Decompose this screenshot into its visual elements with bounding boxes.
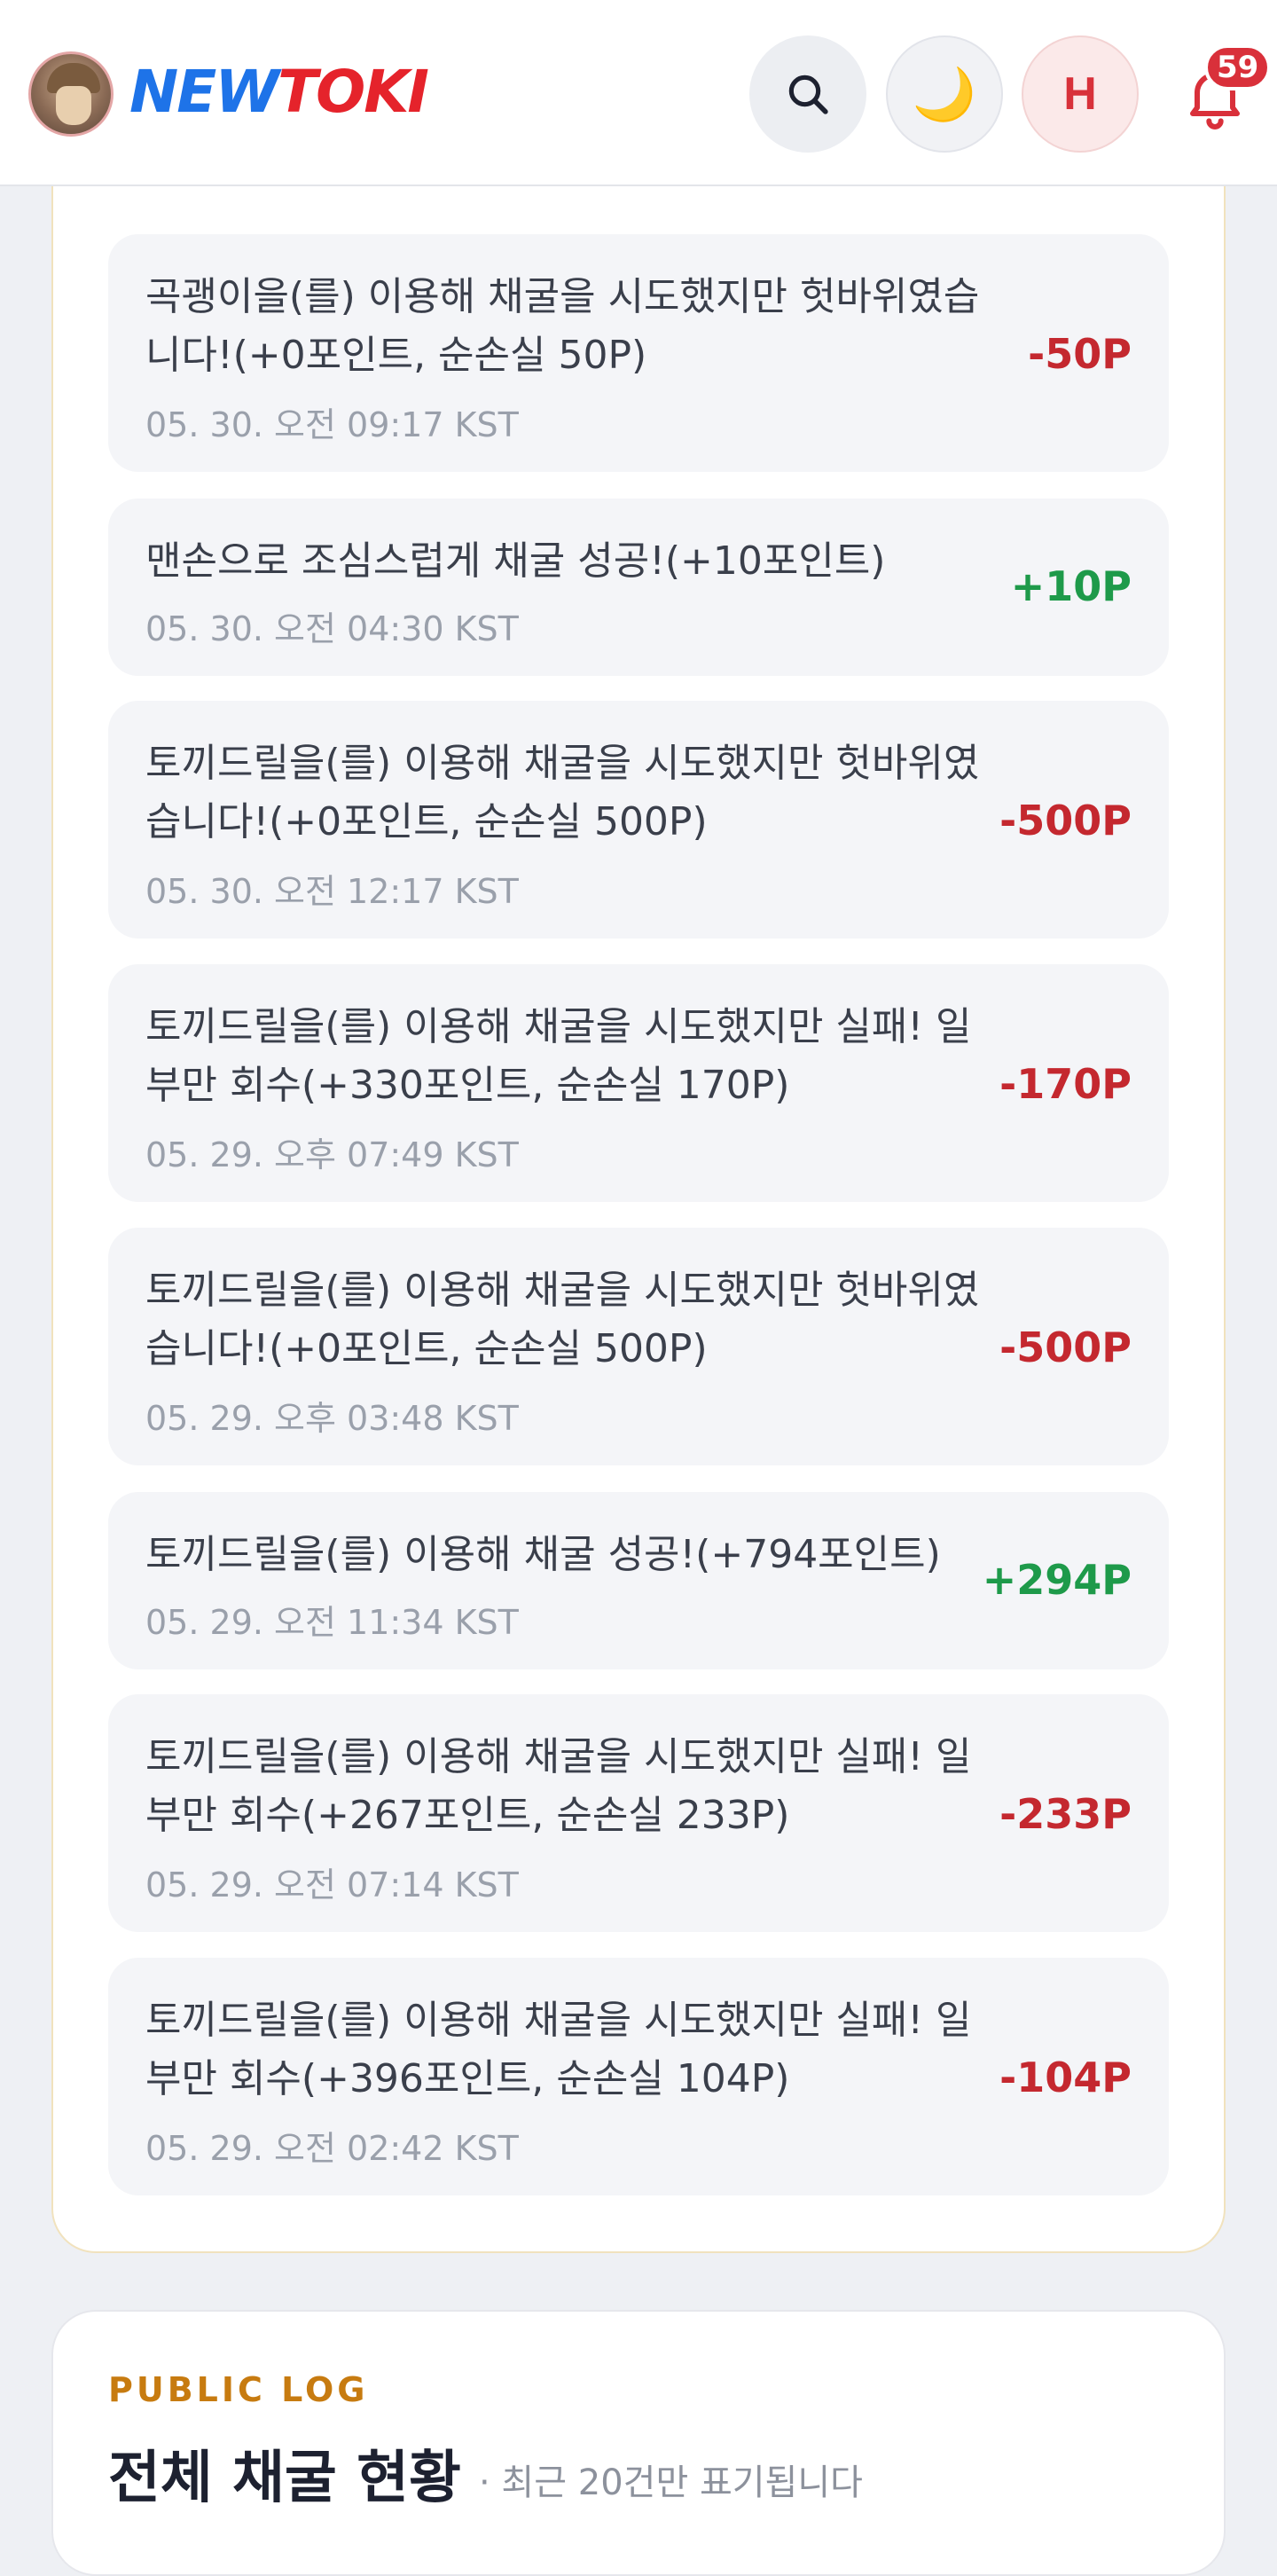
logo-new: NEW xyxy=(129,58,279,126)
log-item-amount: -500P xyxy=(999,1323,1132,1371)
log-item-amount: -500P xyxy=(999,797,1132,844)
user-initial: H xyxy=(1063,68,1097,120)
log-item-time: 05. 29. 오전 11:34 KST xyxy=(145,1603,519,1642)
log-item-time: 05. 30. 오전 12:17 KST xyxy=(145,872,519,911)
moon-icon: 🌙 xyxy=(912,64,977,124)
log-item-amount: -104P xyxy=(999,2054,1132,2101)
log-item-time: 05. 30. 오전 09:17 KST xyxy=(145,405,519,444)
user-menu-button[interactable]: H xyxy=(1022,35,1139,153)
notification-badge: 59 xyxy=(1204,44,1272,90)
log-item-amount: -170P xyxy=(999,1060,1132,1108)
search-icon xyxy=(788,75,828,114)
my-mining-log-card: 곡괭이을(를) 이용해 채굴을 시도했지만 헛바위였습니다!(+0포인트, 순손… xyxy=(51,126,1226,2253)
log-item-amount: -50P xyxy=(1028,330,1132,378)
log-item: 토끼드릴을(를) 이용해 채굴을 시도했지만 실패! 일부만 회수(+267포인… xyxy=(108,1694,1169,1932)
site-logo-text[interactable]: NEWTOKI xyxy=(129,55,429,130)
log-item: 맨손으로 조심스럽게 채굴 성공!(+10포인트) 05. 30. 오전 04:… xyxy=(108,499,1169,676)
avatar-face-shape xyxy=(56,86,91,125)
log-item-text: 토끼드릴을(를) 이용해 채굴을 시도했지만 실패! 일부만 회수(+267포인… xyxy=(145,1734,972,1838)
log-item-time: 05. 29. 오후 07:49 KST xyxy=(145,1135,519,1174)
log-item: 곡괭이을(를) 이용해 채굴을 시도했지만 헛바위였습니다!(+0포인트, 순손… xyxy=(108,234,1169,472)
public-log-title: 전체 채굴 현황 xyxy=(108,2446,461,2511)
public-log-kicker: PUBLIC LOG xyxy=(108,2370,369,2409)
log-item-time: 05. 29. 오후 03:48 KST xyxy=(145,1399,519,1438)
log-item-text: 토끼드릴을(를) 이용해 채굴 성공!(+794포인트) xyxy=(145,1532,941,1577)
log-item-text: 맨손으로 조심스럽게 채굴 성공!(+10포인트) xyxy=(145,538,886,584)
log-item-text: 곡괭이을(를) 이용해 채굴을 시도했지만 헛바위였습니다!(+0포인트, 순손… xyxy=(145,274,980,378)
log-item-time: 05. 29. 오전 02:42 KST xyxy=(145,2129,519,2168)
log-item-time: 05. 29. 오전 07:14 KST xyxy=(145,1865,519,1905)
dark-mode-toggle[interactable]: 🌙 xyxy=(886,35,1003,153)
log-item-amount: +294P xyxy=(982,1556,1132,1604)
log-item: 토끼드릴을(를) 이용해 채굴을 시도했지만 헛바위였습니다!(+0포인트, 순… xyxy=(108,1228,1169,1465)
public-log-card: PUBLIC LOG 전체 채굴 현황 · 최근 20건만 표기됩니다 xyxy=(51,2310,1226,2576)
public-log-subtitle: · 최근 20건만 표기됩니다 xyxy=(479,2462,863,2503)
log-item-time: 05. 30. 오전 04:30 KST xyxy=(145,609,519,648)
logo-toki: TOKI xyxy=(278,58,429,126)
log-item: 토끼드릴을(를) 이용해 채굴을 시도했지만 실패! 일부만 회수(+330포인… xyxy=(108,964,1169,1202)
log-item-text: 토끼드릴을(를) 이용해 채굴을 시도했지만 헛바위였습니다!(+0포인트, 순… xyxy=(145,1268,980,1371)
site-logo-avatar[interactable] xyxy=(28,51,114,137)
search-button[interactable] xyxy=(749,35,866,153)
log-item: 토끼드릴을(를) 이용해 채굴을 시도했지만 헛바위였습니다!(+0포인트, 순… xyxy=(108,701,1169,939)
log-item: 토끼드릴을(를) 이용해 채굴을 시도했지만 실패! 일부만 회수(+396포인… xyxy=(108,1958,1169,2195)
log-item-text: 토끼드릴을(를) 이용해 채굴을 시도했지만 실패! 일부만 회수(+396포인… xyxy=(145,1998,972,2101)
log-item-text: 토끼드릴을(를) 이용해 채굴을 시도했지만 헛바위였습니다!(+0포인트, 순… xyxy=(145,741,980,844)
log-item: 토끼드릴을(를) 이용해 채굴 성공!(+794포인트) 05. 29. 오전 … xyxy=(108,1492,1169,1669)
log-item-amount: -233P xyxy=(999,1790,1132,1838)
log-item-text: 토끼드릴을(를) 이용해 채굴을 시도했지만 실패! 일부만 회수(+330포인… xyxy=(145,1004,972,1108)
log-item-amount: +10P xyxy=(1010,562,1132,610)
top-header: NEWTOKI 🌙 H 59 xyxy=(0,0,1277,186)
